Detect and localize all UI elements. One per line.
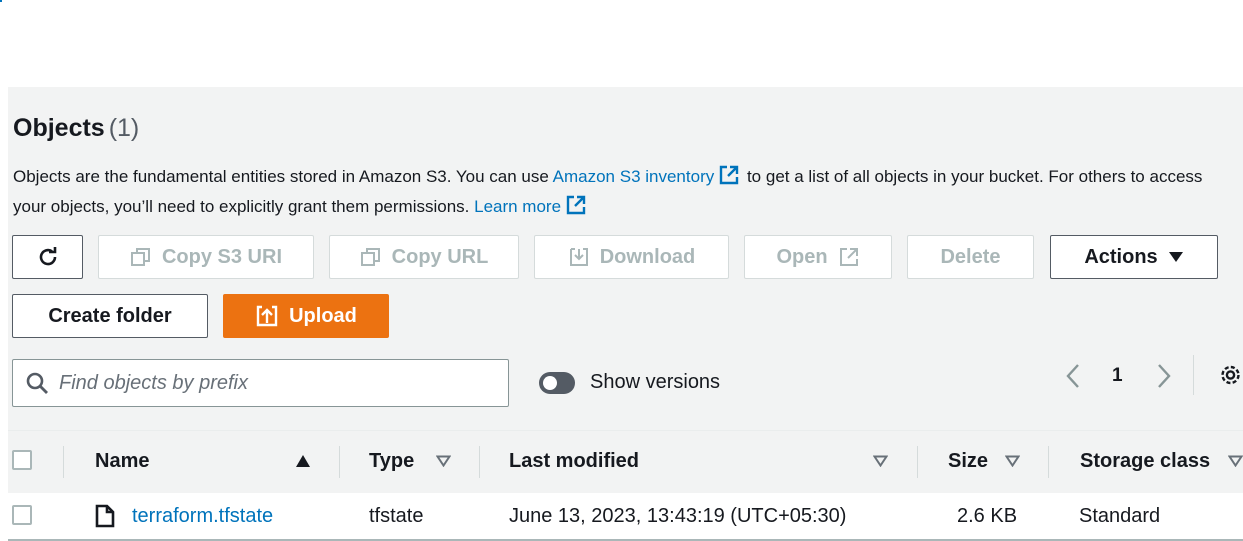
caret-down-icon	[1168, 252, 1183, 262]
column-divider	[339, 446, 340, 478]
learn-more-link-text: Learn more	[474, 197, 562, 216]
upload-icon	[256, 305, 278, 327]
column-header-type[interactable]: Type	[369, 450, 414, 473]
upload-button[interactable]: Upload	[223, 294, 389, 338]
refresh-icon	[39, 247, 56, 266]
copy-url-label: Copy URL	[391, 245, 489, 268]
object-last-modified: June 13, 2023, 13:43:19 (UTC+05:30)	[509, 505, 847, 527]
column-header-last-modified[interactable]: Last modified	[509, 450, 639, 473]
object-count: (1)	[108, 114, 140, 142]
sort-icon[interactable]	[1228, 455, 1243, 467]
current-page-number[interactable]: 1	[1112, 365, 1123, 387]
open-button[interactable]: Open	[744, 235, 892, 279]
search-input[interactable]	[57, 370, 501, 396]
s3-inventory-link-text: Amazon S3 inventory	[552, 167, 715, 186]
page-title: Objects (1)	[13, 114, 139, 143]
pagination-divider	[1193, 355, 1194, 395]
copy-s3-uri-label: Copy S3 URI	[161, 245, 283, 268]
delete-button[interactable]: Delete	[907, 235, 1034, 279]
open-label: Open	[776, 245, 828, 268]
copy-icon	[130, 248, 150, 266]
show-versions-label: Show versions	[590, 371, 721, 393]
actions-label: Actions	[1084, 245, 1158, 268]
chevron-left-icon[interactable]	[1063, 362, 1085, 390]
title-text: Objects	[13, 114, 105, 142]
actions-dropdown[interactable]: Actions	[1050, 235, 1218, 279]
external-link-icon	[566, 195, 586, 215]
create-folder-label: Create folder	[48, 304, 172, 327]
column-divider	[63, 446, 64, 478]
sort-icon[interactable]	[1005, 455, 1020, 467]
external-link-icon	[720, 165, 739, 185]
object-storage-class: Standard	[1079, 505, 1161, 527]
row-checkbox[interactable]	[12, 505, 32, 525]
upload-label: Upload	[289, 304, 357, 327]
chevron-right-icon[interactable]	[1152, 362, 1174, 390]
object-type: tfstate	[369, 505, 424, 527]
download-icon	[569, 248, 588, 266]
search-icon	[26, 372, 48, 394]
refresh-button[interactable]	[12, 235, 83, 279]
sort-icon[interactable]	[436, 455, 451, 467]
file-icon	[95, 504, 115, 528]
gear-icon[interactable]	[1218, 362, 1243, 388]
column-divider	[1048, 446, 1049, 478]
create-folder-button[interactable]: Create folder	[12, 294, 208, 338]
s3-inventory-link[interactable]: Amazon S3 inventory	[552, 165, 743, 186]
search-box[interactable]	[12, 359, 509, 407]
column-divider	[917, 446, 918, 478]
column-header-name[interactable]: Name	[95, 450, 149, 473]
column-header-size[interactable]: Size	[948, 450, 988, 473]
corner-mark	[0, 0, 2, 2]
select-all-checkbox[interactable]	[12, 450, 32, 470]
download-button[interactable]: Download	[534, 235, 729, 279]
delete-label: Delete	[940, 245, 1001, 268]
column-divider	[479, 446, 480, 478]
copy-icon	[360, 248, 380, 266]
description: Objects are the fundamental entities sto…	[13, 162, 1233, 222]
copy-s3-uri-button[interactable]: Copy S3 URI	[98, 235, 314, 279]
object-size: 2.6 KB	[957, 505, 1018, 527]
sort-icon[interactable]	[873, 455, 888, 467]
description-part1: Objects are the fundamental entities sto…	[13, 167, 553, 186]
object-name-link[interactable]: terraform.tfstate	[132, 505, 273, 528]
download-label: Download	[599, 245, 696, 268]
learn-more-link[interactable]: Learn more	[474, 195, 589, 216]
sort-ascending-icon[interactable]	[295, 454, 311, 468]
copy-url-button[interactable]: Copy URL	[329, 235, 519, 279]
external-link-icon	[839, 248, 858, 266]
show-versions-toggle[interactable]	[539, 372, 575, 394]
column-header-storage-class[interactable]: Storage class	[1080, 450, 1210, 473]
